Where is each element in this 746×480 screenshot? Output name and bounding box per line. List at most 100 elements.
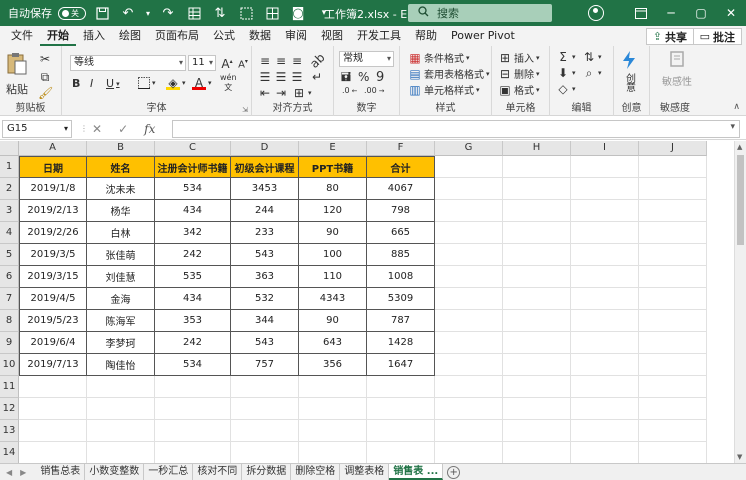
tab-formulas[interactable]: 公式 bbox=[206, 26, 242, 46]
grid-cell[interactable] bbox=[503, 332, 571, 354]
close-button[interactable]: ✕ bbox=[716, 0, 746, 26]
table-header-cell[interactable]: 日期 bbox=[19, 156, 87, 178]
grid-cell[interactable] bbox=[435, 398, 503, 420]
tab-page-layout[interactable]: 页面布局 bbox=[148, 26, 206, 46]
grid-cell[interactable] bbox=[503, 222, 571, 244]
grid-cell[interactable] bbox=[639, 376, 707, 398]
grid-cell[interactable] bbox=[503, 156, 571, 178]
row-header[interactable]: 1 bbox=[0, 156, 19, 178]
share-button[interactable]: ⇪ 共享 bbox=[645, 28, 694, 45]
decrease-decimal-icon[interactable]: .00 → bbox=[364, 86, 384, 95]
row-header[interactable]: 4 bbox=[0, 222, 19, 244]
table-cell[interactable]: 242 bbox=[155, 244, 231, 266]
column-header[interactable]: B bbox=[87, 141, 155, 156]
percent-icon[interactable]: % bbox=[358, 70, 369, 84]
grid-cell[interactable] bbox=[231, 442, 299, 463]
grid-cell[interactable] bbox=[435, 354, 503, 376]
select-all-corner[interactable] bbox=[0, 141, 19, 156]
grid-cell[interactable] bbox=[503, 288, 571, 310]
vertical-scrollbar[interactable]: ▲ ▼ bbox=[734, 141, 746, 463]
merge-center-icon[interactable]: ⊞ ▾ bbox=[292, 86, 312, 100]
camera-icon[interactable]: ◙ bbox=[288, 3, 308, 23]
table-cell[interactable]: 2019/2/13 bbox=[19, 200, 87, 222]
table-cell[interactable]: 757 bbox=[231, 354, 299, 376]
table-cell[interactable]: 陈海军 bbox=[87, 310, 155, 332]
table-header-cell[interactable]: 初级会计课程 bbox=[231, 156, 299, 178]
column-header[interactable]: C bbox=[155, 141, 231, 156]
minimize-button[interactable]: ─ bbox=[656, 0, 686, 26]
column-header[interactable]: A bbox=[19, 141, 87, 156]
grid-cell[interactable] bbox=[299, 398, 367, 420]
table-cell[interactable]: 344 bbox=[231, 310, 299, 332]
grid-cell[interactable] bbox=[19, 376, 87, 398]
account-avatar-icon[interactable] bbox=[588, 5, 604, 21]
grid-cell[interactable] bbox=[571, 310, 639, 332]
grid-cell[interactable] bbox=[503, 178, 571, 200]
grid-cell[interactable] bbox=[435, 222, 503, 244]
grid-cell[interactable] bbox=[435, 200, 503, 222]
align-middle-icon[interactable]: ≡ bbox=[274, 54, 288, 68]
grid-cell[interactable] bbox=[87, 420, 155, 442]
decrease-indent-icon[interactable]: ⇤ bbox=[258, 86, 272, 100]
orientation-icon[interactable]: ab bbox=[307, 50, 327, 70]
grid-cell[interactable] bbox=[231, 398, 299, 420]
grid-cell[interactable] bbox=[435, 266, 503, 288]
grid-cell[interactable] bbox=[155, 376, 231, 398]
tab-review[interactable]: 审阅 bbox=[278, 26, 314, 46]
grid-cell[interactable] bbox=[435, 288, 503, 310]
tab-home[interactable]: 开始 bbox=[40, 26, 76, 46]
grid-cell[interactable] bbox=[435, 442, 503, 463]
align-top-icon[interactable]: ≡ bbox=[258, 54, 272, 68]
table-cell[interactable]: 787 bbox=[367, 310, 435, 332]
clear-icon[interactable]: ◇ ▾ bbox=[556, 82, 575, 96]
grid-cell[interactable] bbox=[231, 420, 299, 442]
undo-icon[interactable]: ↶ bbox=[118, 3, 138, 23]
next-sheet-icon[interactable]: ▶ bbox=[20, 468, 26, 477]
row-header[interactable]: 6 bbox=[0, 266, 19, 288]
conditional-formatting-button[interactable]: ▦ 条件格式 ▾ bbox=[408, 50, 469, 66]
phonetic-icon[interactable]: wén 文 bbox=[220, 74, 237, 92]
row-header[interactable]: 14 bbox=[0, 442, 19, 463]
grid-cell[interactable] bbox=[299, 442, 367, 463]
cell-styles-button[interactable]: ▥ 单元格样式 ▾ bbox=[408, 82, 479, 98]
tab-insert[interactable]: 插入 bbox=[76, 26, 112, 46]
column-header[interactable]: F bbox=[367, 141, 435, 156]
row-header[interactable]: 2 bbox=[0, 178, 19, 200]
table-cell[interactable]: 陶佳怡 bbox=[87, 354, 155, 376]
sort-filter-icon[interactable]: ⇅ ▾ bbox=[582, 50, 602, 64]
align-left-icon[interactable]: ☰ bbox=[258, 70, 272, 84]
sheet-tab[interactable]: 拆分数据 bbox=[242, 464, 292, 480]
table-cell[interactable]: 4067 bbox=[367, 178, 435, 200]
grid-cell[interactable] bbox=[639, 178, 707, 200]
table-header-cell[interactable]: 注册会计师书籍 bbox=[155, 156, 231, 178]
comma-style-icon[interactable]: 9 bbox=[376, 70, 384, 85]
borders-button[interactable]: ▾ bbox=[138, 77, 156, 89]
redo-icon[interactable]: ↷ bbox=[158, 3, 178, 23]
grid-cell[interactable] bbox=[639, 222, 707, 244]
table-cell[interactable]: 90 bbox=[299, 310, 367, 332]
accounting-format-icon[interactable]: 🖬 bbox=[339, 70, 353, 84]
table-cell[interactable]: 363 bbox=[231, 266, 299, 288]
table-cell[interactable]: 120 bbox=[299, 200, 367, 222]
grid-cell[interactable] bbox=[571, 178, 639, 200]
table-cell[interactable]: 434 bbox=[155, 288, 231, 310]
table-cell[interactable]: 1008 bbox=[367, 266, 435, 288]
table-cell[interactable]: 2019/5/23 bbox=[19, 310, 87, 332]
italic-button[interactable]: I bbox=[90, 77, 93, 90]
enter-icon[interactable]: ✓ bbox=[118, 122, 128, 136]
table-cell[interactable]: 2019/3/5 bbox=[19, 244, 87, 266]
table-cell[interactable]: 1647 bbox=[367, 354, 435, 376]
table-cell[interactable]: 2019/7/13 bbox=[19, 354, 87, 376]
grid-cell[interactable] bbox=[155, 398, 231, 420]
grid-cell[interactable] bbox=[571, 266, 639, 288]
table-cell[interactable]: 242 bbox=[155, 332, 231, 354]
table-cell[interactable]: 5309 bbox=[367, 288, 435, 310]
decrease-font-icon[interactable]: A▾ bbox=[236, 55, 250, 70]
grid-cell[interactable] bbox=[639, 442, 707, 463]
grid-cell[interactable] bbox=[571, 288, 639, 310]
table-cell[interactable]: 1428 bbox=[367, 332, 435, 354]
save-icon[interactable] bbox=[92, 3, 112, 23]
row-header[interactable]: 13 bbox=[0, 420, 19, 442]
grid-cell[interactable] bbox=[19, 398, 87, 420]
table-cell[interactable]: 434 bbox=[155, 200, 231, 222]
